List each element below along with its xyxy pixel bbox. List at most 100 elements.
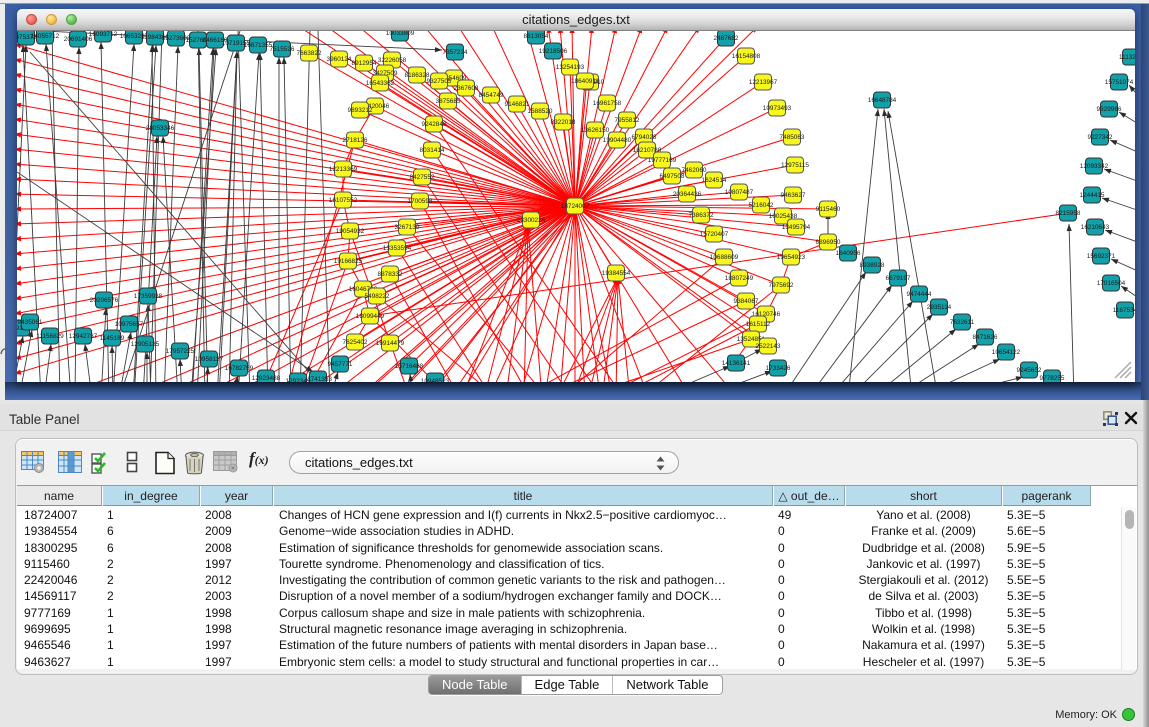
svg-text:12923488: 12923488 xyxy=(252,375,281,382)
svg-text:12905135: 12905135 xyxy=(131,341,160,348)
svg-text:7357224: 7357224 xyxy=(443,49,468,56)
svg-text:6794028: 6794028 xyxy=(632,134,657,141)
svg-text:16914479: 16914479 xyxy=(376,340,405,347)
svg-text:9115460: 9115460 xyxy=(816,206,841,213)
svg-text:18640911: 18640911 xyxy=(571,78,599,85)
svg-text:3960124: 3960124 xyxy=(327,56,352,63)
svg-text:2522143: 2522143 xyxy=(756,343,781,350)
svg-text:1588520: 1588520 xyxy=(528,108,553,115)
svg-text:12093342: 12093342 xyxy=(1080,163,1109,170)
svg-text:7975692: 7975692 xyxy=(769,282,794,289)
svg-text:3267130: 3267130 xyxy=(395,224,420,231)
svg-text:16961758: 16961758 xyxy=(593,100,622,107)
svg-text:7632611: 7632611 xyxy=(950,319,975,326)
svg-text:8878332: 8878332 xyxy=(378,271,403,278)
svg-text:10948523: 10948523 xyxy=(421,378,450,382)
svg-text:9893212: 9893212 xyxy=(348,107,373,114)
svg-text:1113254: 1113254 xyxy=(1119,54,1135,61)
svg-text:9384067: 9384067 xyxy=(734,298,759,305)
svg-text:2718126: 2718126 xyxy=(343,137,368,144)
svg-text:7386372: 7386372 xyxy=(689,212,714,219)
svg-text:13353594: 13353594 xyxy=(383,245,412,252)
svg-text:16210643: 16210643 xyxy=(1081,224,1110,231)
svg-text:16648784: 16648784 xyxy=(868,97,897,104)
svg-text:15720407: 15720407 xyxy=(700,231,729,238)
svg-text:10975657: 10975657 xyxy=(115,321,144,328)
svg-text:1733426: 1733426 xyxy=(766,365,791,372)
svg-text:19904480: 19904480 xyxy=(603,137,632,144)
svg-text:9227342: 9227342 xyxy=(1088,134,1113,141)
svg-text:18807249: 18807249 xyxy=(725,275,754,282)
svg-text:12975115: 12975115 xyxy=(781,162,809,169)
svg-text:16154808: 16154808 xyxy=(732,53,761,60)
svg-text:9463627: 9463627 xyxy=(781,192,806,199)
svg-text:6497508: 6497508 xyxy=(660,173,685,180)
svg-text:7485063: 7485063 xyxy=(780,134,805,141)
svg-text:1244415: 1244415 xyxy=(1080,192,1105,199)
svg-text:16671355: 16671355 xyxy=(244,42,273,49)
svg-text:11156829: 11156829 xyxy=(36,333,64,340)
svg-text:9435061: 9435061 xyxy=(18,319,43,326)
svg-text:19654923: 19654923 xyxy=(777,254,806,261)
svg-text:10973493: 10973493 xyxy=(763,105,792,112)
svg-text:13254193: 13254193 xyxy=(556,64,585,71)
svg-text:8471626: 8471626 xyxy=(973,334,998,341)
svg-text:5498222: 5498222 xyxy=(365,293,390,300)
svg-text:6896950: 6896950 xyxy=(816,239,841,246)
svg-text:2935114: 2935114 xyxy=(927,304,952,311)
svg-text:19218506: 19218506 xyxy=(539,48,568,55)
svg-text:12942737: 12942737 xyxy=(69,333,98,340)
svg-text:1167534: 1167534 xyxy=(1113,307,1135,314)
svg-text:23300225: 23300225 xyxy=(517,217,546,224)
svg-text:8912954: 8912954 xyxy=(352,60,377,67)
svg-text:6679197: 6679197 xyxy=(886,275,911,282)
svg-text:9146821: 9146821 xyxy=(505,101,530,108)
svg-text:19384554: 19384554 xyxy=(602,270,631,277)
svg-text:2367608: 2367608 xyxy=(454,85,479,92)
svg-text:10688609: 10688609 xyxy=(710,254,739,261)
svg-text:17359938: 17359938 xyxy=(134,293,163,300)
svg-text:7625402: 7625402 xyxy=(343,339,368,346)
svg-text:16107552: 16107552 xyxy=(329,197,358,204)
svg-text:8427552: 8427552 xyxy=(410,174,435,181)
svg-text:2487682: 2487682 xyxy=(714,35,739,42)
svg-text:7663822: 7663822 xyxy=(297,50,322,57)
svg-text:8215958: 8215958 xyxy=(1056,210,1081,217)
svg-text:17016504: 17016504 xyxy=(1097,280,1126,287)
svg-text:10654122: 10654122 xyxy=(992,349,1021,356)
svg-text:15716488: 15716488 xyxy=(395,363,424,370)
svg-text:9242848: 9242848 xyxy=(422,121,447,128)
svg-text:13495794: 13495794 xyxy=(782,224,811,231)
svg-text:16782759: 16782759 xyxy=(225,365,254,372)
svg-text:9457771: 9457771 xyxy=(328,361,353,368)
svg-text:3875685: 3875685 xyxy=(436,98,461,105)
svg-text:10807487: 10807487 xyxy=(725,189,754,196)
svg-text:8454749: 8454749 xyxy=(479,92,504,99)
svg-text:7462060: 7462060 xyxy=(682,167,707,174)
svg-text:18724007: 18724007 xyxy=(561,203,590,210)
svg-text:5216042: 5216042 xyxy=(749,202,774,209)
svg-text:12213967: 12213967 xyxy=(749,79,778,86)
svg-text:16093712: 16093712 xyxy=(89,31,118,38)
svg-text:8813054: 8813054 xyxy=(524,33,549,40)
svg-text:20206576: 20206576 xyxy=(90,297,119,304)
svg-text:7515526: 7515526 xyxy=(270,46,295,53)
svg-text:1640956: 1640956 xyxy=(836,250,861,257)
svg-text:8938928: 8938928 xyxy=(860,262,885,269)
svg-text:20364436: 20364436 xyxy=(673,191,702,198)
svg-text:19054932: 19054932 xyxy=(336,228,365,235)
svg-text:10033809: 10033809 xyxy=(386,31,415,37)
svg-text:15751074: 15751074 xyxy=(1105,79,1134,86)
svg-text:9474444: 9474444 xyxy=(907,291,932,298)
svg-text:16543362: 16543362 xyxy=(366,80,395,87)
svg-text:14055712: 14055712 xyxy=(31,33,60,40)
svg-text:19166825: 19166825 xyxy=(334,258,363,265)
svg-text:17957225: 17957225 xyxy=(166,348,195,355)
svg-text:13626150: 13626150 xyxy=(581,127,610,134)
svg-text:1145189: 1145189 xyxy=(100,335,125,342)
svg-text:15692371: 15692371 xyxy=(1087,253,1116,260)
svg-text:32226058: 32226058 xyxy=(378,57,407,64)
svg-text:1700598: 1700598 xyxy=(408,198,433,205)
svg-text:8031414: 8031414 xyxy=(420,147,445,154)
svg-text:1615112: 1615112 xyxy=(746,321,771,328)
